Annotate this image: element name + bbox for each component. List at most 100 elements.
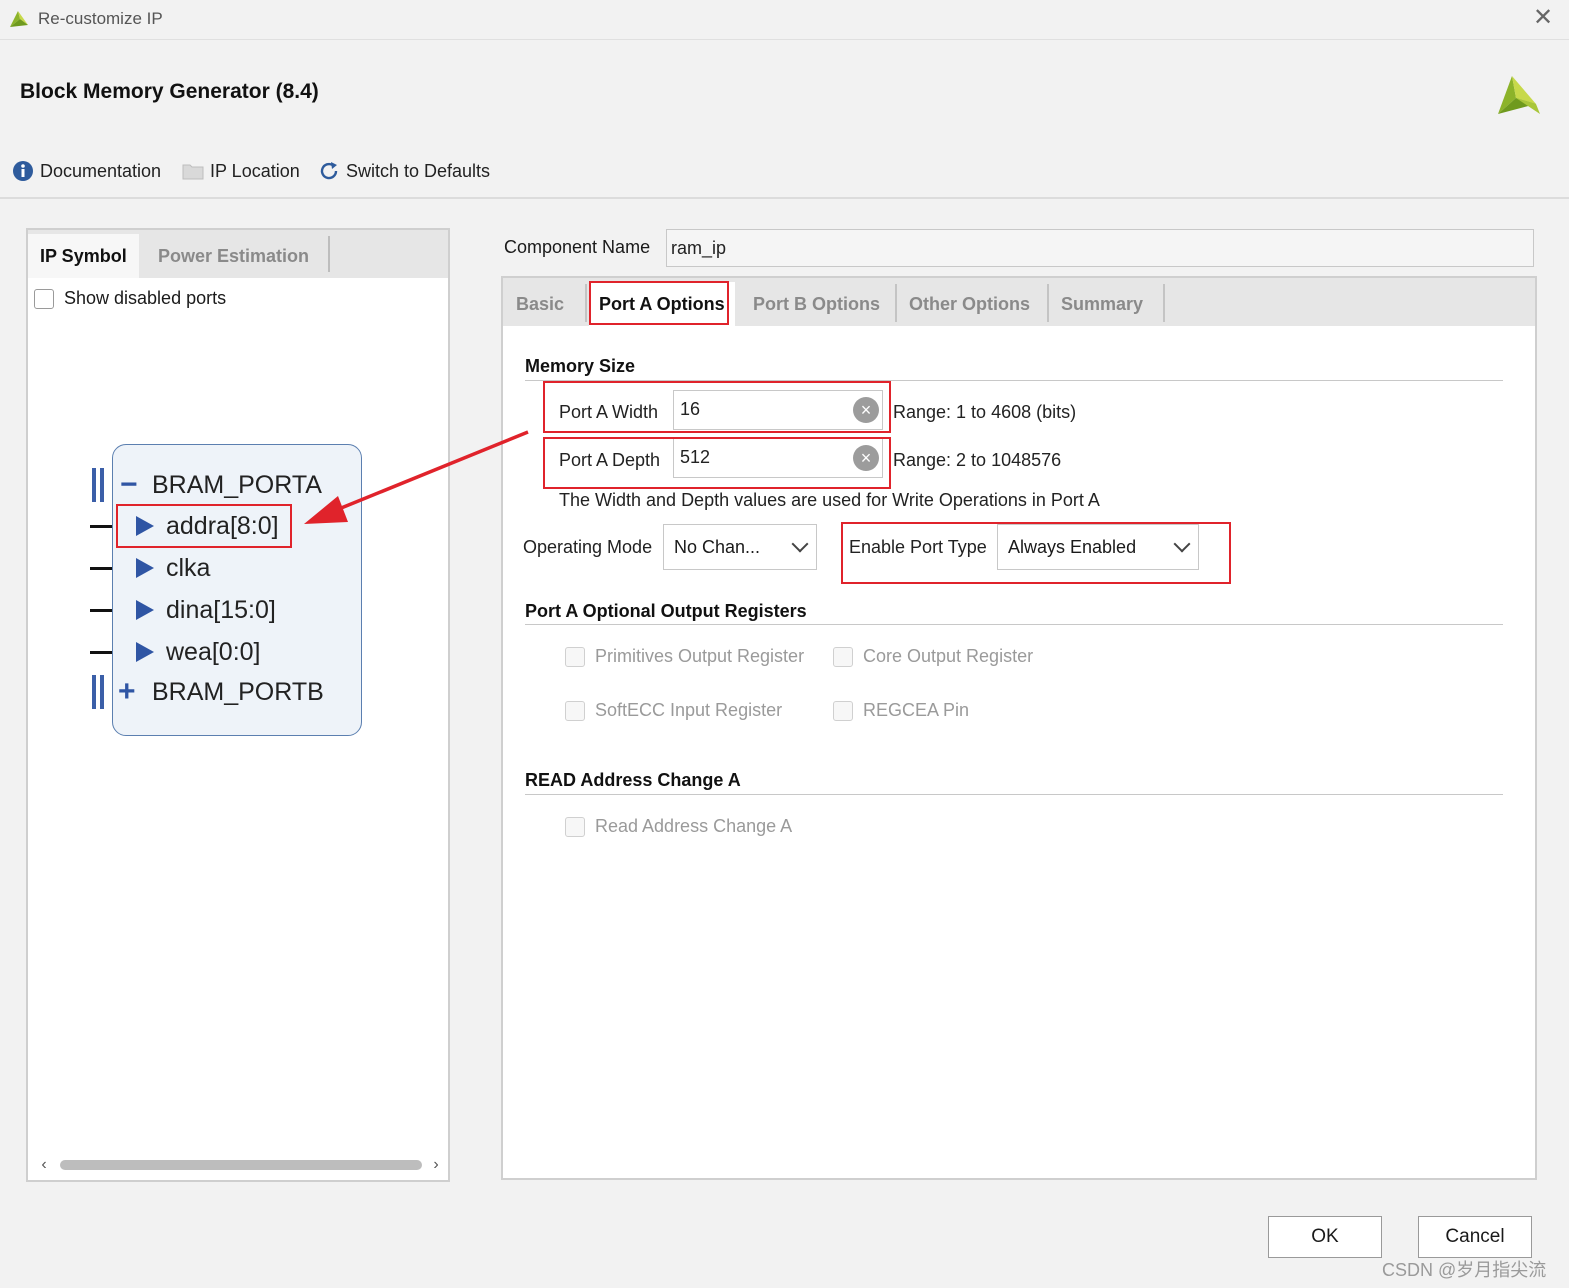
primitives-output-register-label: Primitives Output Register	[595, 646, 805, 666]
show-disabled-ports-row[interactable]: Show disabled ports	[34, 288, 226, 309]
dialog-title: Block Memory Generator (8.4)	[20, 80, 319, 103]
watermark-text: CSDN @岁月指尖流	[1382, 1260, 1547, 1280]
port-row[interactable]: clka	[90, 550, 210, 586]
pin-line	[90, 608, 112, 612]
tab-divider	[1163, 284, 1165, 322]
title-bar: Re-customize IP ✕	[0, 0, 1569, 40]
read-address-title: READ Address Change A	[525, 770, 741, 790]
bus-bar-icon	[92, 675, 104, 709]
regcea-pin-checkbox	[833, 700, 853, 721]
component-name-label: Component Name	[504, 237, 651, 257]
expand-icon[interactable]: +	[118, 675, 148, 709]
scroll-right-icon[interactable]: ›	[428, 1154, 444, 1176]
ok-button[interactable]: OK	[1268, 1216, 1382, 1258]
documentation-label: Documentation	[40, 160, 162, 181]
cancel-button[interactable]: Cancel	[1418, 1216, 1532, 1258]
ip-symbol-panel: IP Symbol Power Estimation Show disabled…	[26, 228, 450, 1182]
bram-portb-label: BRAM_PORTB	[152, 677, 324, 706]
tab-other-options[interactable]: Other Options	[899, 282, 1040, 326]
tab-divider	[1047, 284, 1049, 322]
show-disabled-ports-label: Show disabled ports	[64, 288, 227, 308]
switch-defaults-button[interactable]: Switch to Defaults	[318, 157, 490, 185]
tab-power-estimation[interactable]: Power Estimation	[146, 234, 321, 278]
core-output-register-row: Core Output Register	[833, 646, 1033, 667]
input-arrow-icon	[136, 600, 154, 620]
operating-mode-select[interactable]: No Chan...	[663, 524, 817, 570]
port-row[interactable]: addra[8:0]	[90, 508, 279, 544]
window-title: Re-customize IP	[38, 9, 163, 28]
softecc-input-register-label: SoftECC Input Register	[595, 700, 783, 720]
operating-mode-value: No Chan...	[674, 536, 761, 557]
port-a-width-field[interactable]: 16	[673, 390, 883, 430]
left-tab-bar: IP Symbol Power Estimation	[28, 230, 448, 278]
port-a-width-range: Range: 1 to 4608 (bits)	[893, 402, 1077, 422]
section-divider	[525, 624, 1503, 625]
core-output-register-checkbox	[833, 646, 853, 667]
read-address-change-row: Read Address Change A	[565, 816, 792, 837]
tab-port-b-options[interactable]: Port B Options	[743, 282, 890, 326]
port-a-depth-range: Range: 2 to 1048576	[893, 450, 1062, 470]
core-output-register-label: Core Output Register	[863, 646, 1034, 666]
info-icon	[12, 160, 34, 182]
horizontal-scrollbar[interactable]: ‹ ›	[36, 1154, 444, 1176]
tab-summary[interactable]: Summary	[1051, 282, 1153, 326]
operating-mode-label: Operating Mode	[523, 537, 653, 557]
section-divider	[525, 794, 1503, 795]
port-a-width-label: Port A Width	[559, 402, 659, 422]
show-disabled-ports-checkbox[interactable]	[34, 288, 54, 309]
port-a-depth-field[interactable]: 512	[673, 438, 883, 478]
refresh-icon	[318, 160, 340, 182]
collapse-icon[interactable]: −	[120, 468, 148, 502]
tab-divider	[328, 236, 330, 272]
pin-line	[90, 650, 112, 654]
width-depth-note: The Width and Depth values are used for …	[559, 490, 1100, 510]
section-divider	[525, 380, 1503, 381]
bram-portb-row[interactable]: + BRAM_PORTB	[92, 674, 324, 710]
documentation-button[interactable]: Documentation	[12, 157, 161, 185]
read-address-change-label: Read Address Change A	[595, 816, 793, 836]
enable-port-type-value: Always Enabled	[1008, 536, 1137, 557]
scroll-thumb[interactable]	[60, 1160, 422, 1170]
enable-port-type-label: Enable Port Type	[849, 537, 987, 557]
close-icon[interactable]: ✕	[1530, 5, 1556, 31]
optional-registers-title: Port A Optional Output Registers	[525, 601, 807, 621]
clear-width-icon[interactable]: ×	[853, 397, 879, 423]
read-address-change-checkbox	[565, 816, 585, 837]
memory-size-title: Memory Size	[525, 356, 636, 376]
input-arrow-icon	[136, 516, 154, 536]
pin-line	[90, 524, 112, 528]
primitives-output-register-checkbox	[565, 646, 585, 667]
tab-ip-symbol[interactable]: IP Symbol	[28, 234, 139, 278]
enable-port-type-select[interactable]: Always Enabled	[997, 524, 1199, 570]
tab-basic[interactable]: Basic	[506, 282, 574, 326]
regcea-pin-row: REGCEA Pin	[833, 700, 969, 721]
chevron-down-icon	[791, 535, 809, 553]
component-name-field[interactable]	[666, 229, 1534, 267]
app-logo-icon	[10, 11, 28, 27]
switch-defaults-label: Switch to Defaults	[346, 160, 491, 181]
bram-porta-row[interactable]: − BRAM_PORTA	[92, 467, 322, 503]
xilinx-logo-icon	[1498, 76, 1540, 114]
toolbar-divider	[0, 197, 1569, 199]
bus-bar-icon	[92, 468, 104, 502]
tab-divider	[585, 284, 587, 322]
scroll-left-icon[interactable]: ‹	[36, 1154, 52, 1176]
options-panel: Basic Port A Options Port B Options Othe…	[501, 276, 1537, 1180]
primitives-output-register-row: Primitives Output Register	[565, 646, 804, 667]
options-tab-bar: Basic Port A Options Port B Options Othe…	[503, 278, 1535, 326]
annotation-arrow-icon	[304, 430, 529, 524]
clear-depth-icon[interactable]: ×	[853, 445, 879, 471]
port-label: dina[15:0]	[166, 595, 276, 624]
softecc-input-register-checkbox	[565, 700, 585, 721]
port-label: clka	[166, 553, 211, 582]
tab-port-a-options[interactable]: Port A Options	[589, 282, 735, 326]
input-arrow-icon	[136, 642, 154, 662]
port-row[interactable]: wea[0:0]	[90, 634, 261, 670]
folder-icon	[182, 160, 204, 182]
port-label: addra[8:0]	[166, 511, 279, 540]
pin-line	[90, 566, 112, 570]
regcea-pin-label: REGCEA Pin	[863, 700, 970, 720]
chevron-down-icon	[1173, 535, 1191, 553]
port-row[interactable]: dina[15:0]	[90, 592, 276, 628]
ip-location-button[interactable]: IP Location	[182, 157, 300, 185]
